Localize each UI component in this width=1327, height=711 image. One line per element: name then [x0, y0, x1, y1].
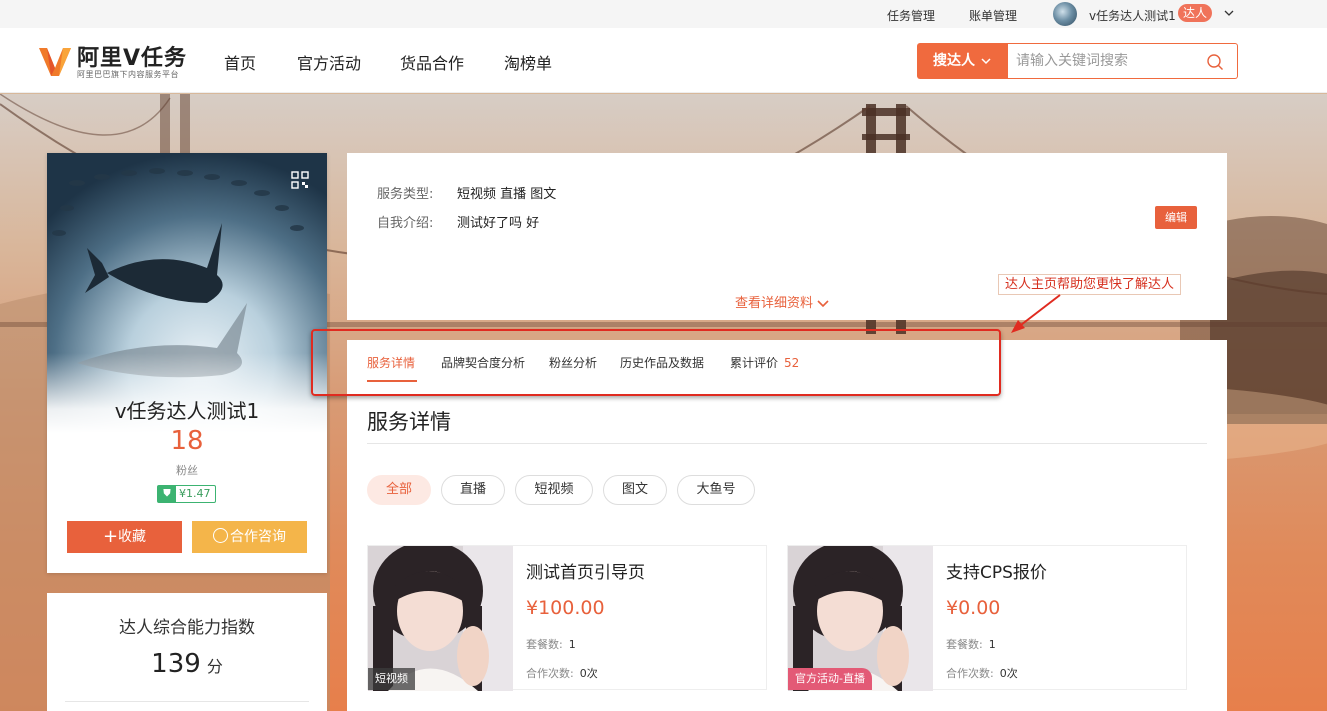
intro-value: 测试好了吗 好: [457, 216, 540, 231]
profile-card: v任务达人测试1 18 粉丝 ⛊ ¥1.47 +收藏 合作咨询: [47, 153, 327, 573]
logo-subtitle: 阿里巴巴旗下内容服务平台: [77, 70, 179, 79]
nav-official-activities[interactable]: 官方活动: [297, 50, 361, 74]
service-type-label: 服务类型:: [377, 187, 434, 202]
cooperation-count: 合作次数: 0次: [526, 665, 598, 681]
package-value: 1: [988, 638, 996, 651]
divider: [65, 701, 309, 702]
username-label[interactable]: v任务达人测试1: [1089, 7, 1176, 24]
price-badge: ⛊ ¥1.47: [157, 485, 216, 503]
main-header: 阿里V任务 阿里巴巴旗下内容服务平台 首页 官方活动 货品合作 淘榜单 搜达人: [0, 28, 1327, 93]
nav-taobao-ranking[interactable]: 淘榜单: [504, 50, 552, 74]
top-utility-bar: 任务管理 账单管理 v任务达人测试1 达人: [0, 0, 1327, 28]
service-thumbnail: 短视频: [368, 546, 513, 691]
package-count: 套餐数: 1: [526, 636, 576, 652]
divider: [367, 443, 1207, 444]
consult-label: 合作咨询: [230, 529, 286, 545]
profile-name: v任务达人测试1: [114, 399, 260, 423]
service-card[interactable]: 官方活动-直播 支持CPS报价 ¥0.00 套餐数: 1 合作次数: 0次: [787, 545, 1187, 691]
task-manage-link[interactable]: 任务管理: [887, 7, 935, 24]
service-title[interactable]: 测试首页引导页: [526, 558, 645, 583]
service-card[interactable]: 短视频 测试首页引导页 ¥100.00 套餐数: 1 合作次数: 0次: [367, 545, 767, 691]
view-details-link[interactable]: 查看详细资料: [735, 292, 829, 311]
bill-manage-link[interactable]: 账单管理: [969, 7, 1017, 24]
intro-label: 自我介绍:: [377, 216, 434, 231]
chevron-down-icon: [817, 299, 829, 307]
section-title: 服务详情: [367, 410, 451, 434]
package-value: 1: [568, 638, 576, 651]
plus-icon: +: [102, 526, 119, 547]
filter-chip-all[interactable]: 全部: [367, 475, 431, 505]
price-value: ¥1.47: [179, 487, 211, 500]
coop-label: 合作次数:: [526, 667, 574, 680]
package-count: 套餐数: 1: [946, 636, 996, 652]
role-badge: 达人: [1178, 4, 1213, 22]
coop-label: 合作次数:: [946, 667, 994, 680]
search-input[interactable]: [1016, 51, 1196, 71]
ability-title: 达人综合能力指数: [119, 618, 255, 638]
price-tag-icon: ⛊: [158, 486, 176, 502]
fans-label: 粉丝: [176, 464, 198, 477]
service-price: ¥100.00: [526, 597, 605, 619]
service-price: ¥0.00: [946, 597, 1001, 619]
ability-score: 139 分: [47, 649, 327, 679]
favorite-button[interactable]: +收藏: [67, 521, 182, 553]
filter-chip-short-video[interactable]: 短视频: [515, 475, 593, 505]
filter-chip-dayu[interactable]: 大鱼号: [677, 475, 755, 505]
search-box: [1008, 43, 1238, 79]
filter-chip-live[interactable]: 直播: [441, 475, 505, 505]
edit-button[interactable]: 编辑: [1155, 206, 1197, 229]
service-title[interactable]: 支持CPS报价: [946, 558, 1047, 583]
chat-face-icon: [213, 528, 228, 543]
fans-count: 18: [170, 426, 204, 456]
service-type-tag: 短视频: [368, 668, 415, 690]
package-label: 套餐数:: [946, 638, 983, 651]
annotation-highlight-box: [311, 329, 1001, 396]
chevron-down-icon[interactable]: [1224, 8, 1234, 18]
ability-score-unit: 分: [206, 657, 223, 676]
package-label: 套餐数:: [526, 638, 563, 651]
coop-value: 0次: [579, 667, 598, 680]
logo-v-icon[interactable]: [37, 42, 73, 78]
user-avatar[interactable]: [1053, 2, 1077, 26]
filter-chip-article[interactable]: 图文: [603, 475, 667, 505]
search-icon[interactable]: [1206, 53, 1224, 71]
ability-index-card: 达人综合能力指数 139 分: [47, 593, 327, 711]
service-thumbnail: 官方活动-直播: [788, 546, 933, 691]
coop-value: 0次: [999, 667, 1018, 680]
favorite-label: 收藏: [118, 529, 147, 545]
annotation-arrow-icon: [1011, 294, 1061, 333]
chevron-down-icon: [981, 58, 991, 65]
nav-goods-cooperation[interactable]: 货品合作: [400, 50, 464, 74]
logo-text: 阿里V任务: [77, 46, 188, 71]
cooperation-count: 合作次数: 0次: [946, 665, 1018, 681]
view-details-label: 查看详细资料: [735, 296, 814, 311]
qr-code-icon[interactable]: [291, 171, 309, 189]
search-type-label: 搜达人: [933, 53, 975, 69]
search-type-dropdown[interactable]: 搜达人: [917, 43, 1009, 79]
ability-score-value: 139: [151, 649, 201, 679]
consult-button[interactable]: 合作咨询: [192, 521, 307, 553]
service-type-value: 短视频 直播 图文: [457, 187, 557, 202]
official-activity-tag: 官方活动-直播: [788, 668, 872, 690]
nav-home[interactable]: 首页: [224, 50, 256, 74]
